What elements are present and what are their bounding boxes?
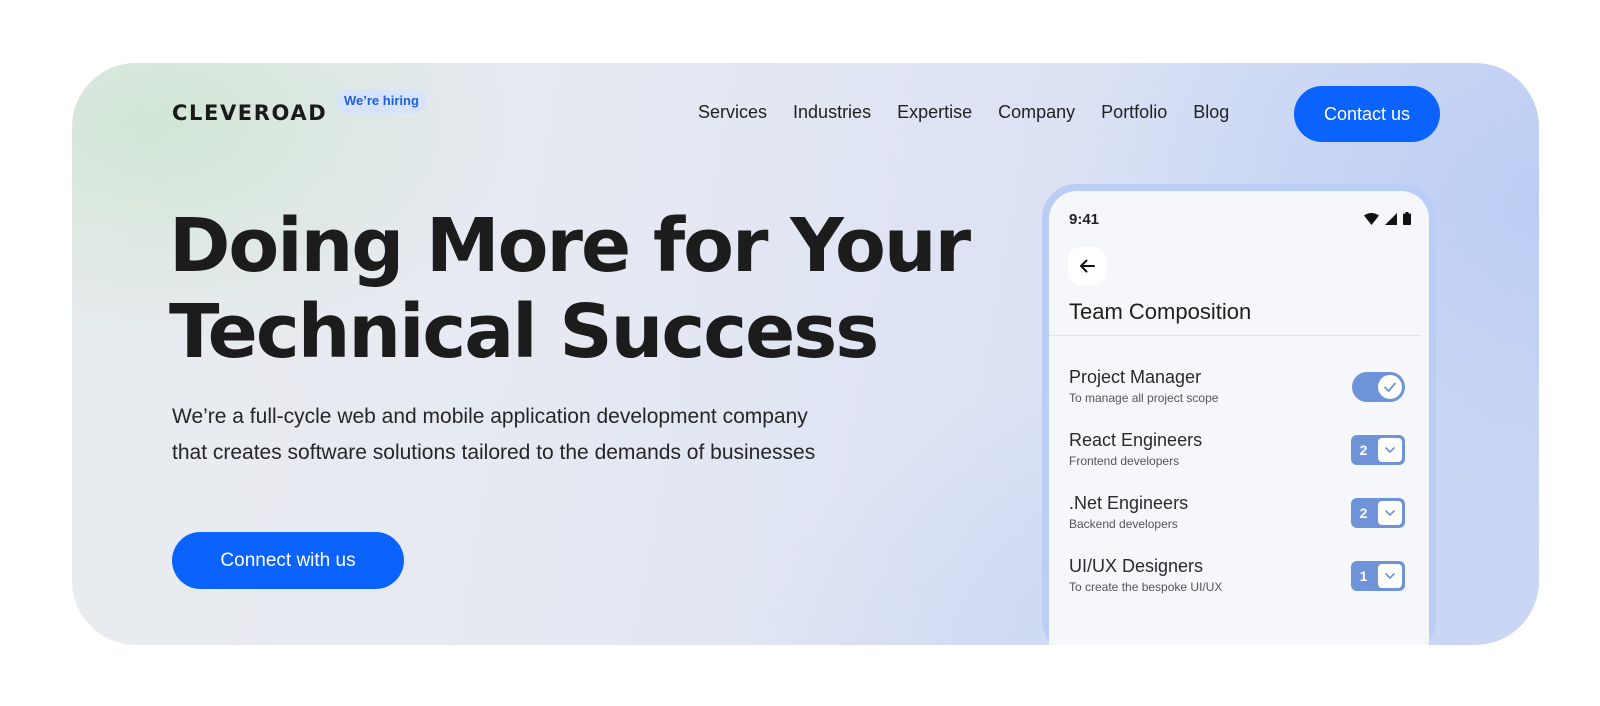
headline-line-2: Technical Success (169, 289, 879, 375)
battery-icon (1403, 212, 1411, 225)
subtitle-line-2: that creates software solutions tailored… (172, 441, 816, 464)
contact-us-button[interactable]: Contact us (1294, 86, 1440, 142)
dropdown-toggle[interactable] (1378, 564, 1402, 588)
net-engineers-count-select[interactable]: 2 (1351, 498, 1405, 528)
hero-headline: Doing More for Your Technical Success (169, 203, 971, 375)
signal-icon (1385, 212, 1397, 225)
project-manager-toggle[interactable] (1352, 372, 1405, 402)
dropdown-toggle[interactable] (1378, 438, 1402, 462)
toggle-knob (1378, 375, 1402, 399)
count-value: 2 (1359, 505, 1368, 521)
connect-with-us-button[interactable]: Connect with us (172, 532, 404, 589)
chevron-down-icon (1385, 573, 1395, 579)
back-button[interactable] (1068, 247, 1106, 285)
nav-item-expertise[interactable]: Expertise (897, 102, 972, 123)
hero-section: CLEVEROAD We’re hiring Services Industri… (72, 63, 1539, 645)
react-engineers-count-select[interactable]: 2 (1351, 435, 1405, 465)
status-icons (1364, 212, 1411, 225)
nav-item-company[interactable]: Company (998, 102, 1075, 123)
nav-item-portfolio[interactable]: Portfolio (1101, 102, 1167, 123)
phone-screen: 9:41 Team Composition Project Manager To… (1049, 191, 1429, 645)
hero-subtitle: We’re a full-cycle web and mobile applic… (172, 399, 932, 471)
headline-line-1: Doing More for Your (169, 203, 971, 289)
dropdown-toggle[interactable] (1378, 501, 1402, 525)
chevron-down-icon (1385, 447, 1395, 453)
role-row-uiux-designers: UI/UX Designers To create the bespoke UI… (1069, 555, 1405, 599)
count-value: 2 (1359, 442, 1368, 458)
main-nav: Services Industries Expertise Company Po… (698, 102, 1229, 123)
count-value: 1 (1359, 568, 1368, 584)
status-time: 9:41 (1069, 211, 1100, 228)
role-row-project-manager: Project Manager To manage all project sc… (1069, 366, 1405, 410)
arrow-left-icon (1080, 259, 1095, 273)
role-row-react-engineers: React Engineers Frontend developers 2 (1069, 429, 1405, 473)
nav-item-services[interactable]: Services (698, 102, 767, 123)
logo[interactable]: CLEVEROAD (172, 101, 327, 125)
wifi-icon (1364, 212, 1379, 225)
divider (1049, 335, 1421, 336)
nav-item-industries[interactable]: Industries (793, 102, 871, 123)
nav-item-blog[interactable]: Blog (1193, 102, 1229, 123)
check-icon (1384, 382, 1396, 392)
role-row-net-engineers: .Net Engineers Backend developers 2 (1069, 492, 1405, 536)
phone-mockup: 9:41 Team Composition Project Manager To… (1042, 184, 1436, 645)
hiring-badge[interactable]: We’re hiring (336, 89, 427, 113)
screen-title: Team Composition (1069, 299, 1252, 324)
subtitle-line-1: We’re a full-cycle web and mobile applic… (172, 405, 808, 428)
uiux-designers-count-select[interactable]: 1 (1351, 561, 1405, 591)
chevron-down-icon (1385, 510, 1395, 516)
